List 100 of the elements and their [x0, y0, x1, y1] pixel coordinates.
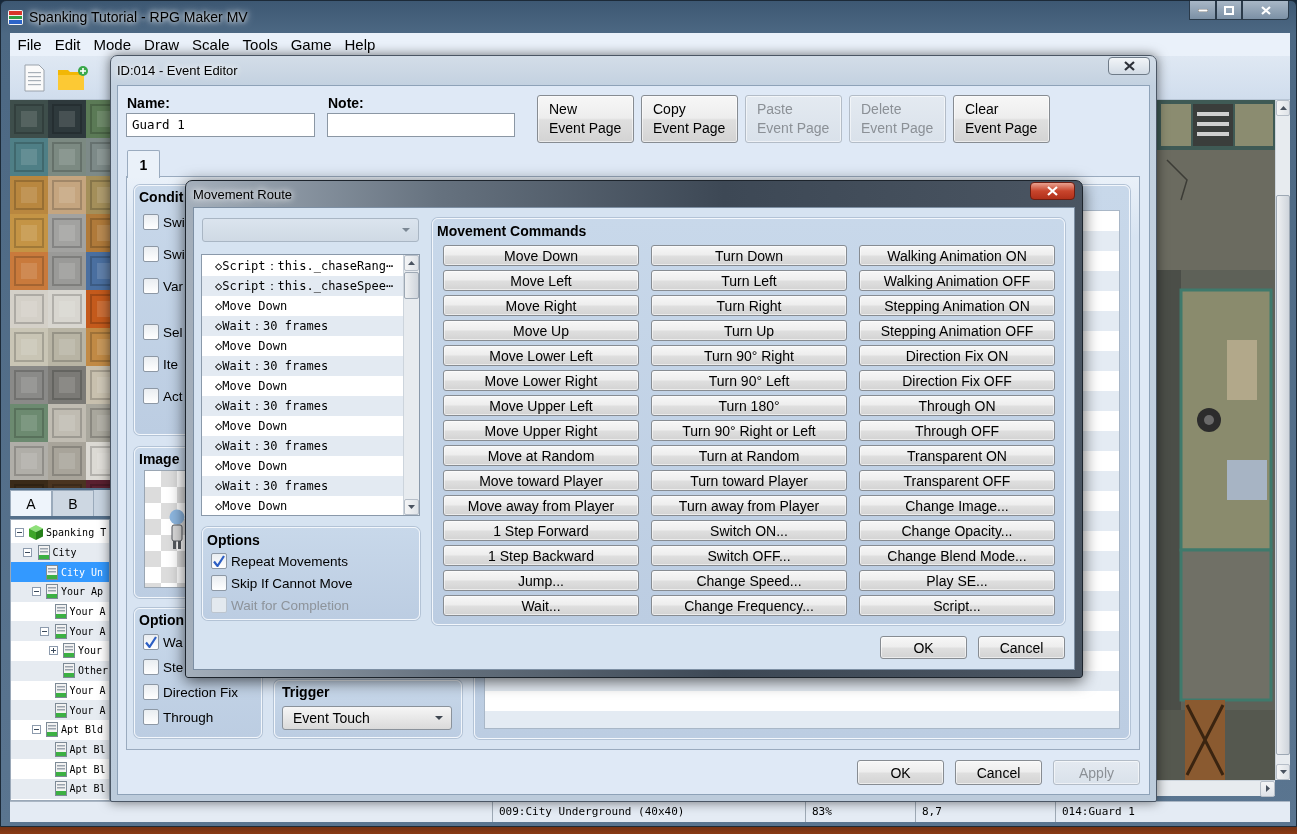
collapse-icon[interactable]: [31, 587, 41, 597]
scroll-down-button[interactable]: [1276, 764, 1290, 780]
command-button[interactable]: Move Lower Left: [443, 345, 639, 366]
menu-item[interactable]: Edit: [48, 33, 88, 56]
route-command-item[interactable]: ◇Script：this._chaseSpee⋯: [202, 276, 403, 296]
document-icon[interactable]: [24, 63, 45, 92]
command-button[interactable]: Change Frequency...: [651, 595, 847, 616]
command-button[interactable]: Change Opacity...: [859, 520, 1055, 541]
command-button[interactable]: Move Upper Right: [443, 420, 639, 441]
dialog-button[interactable]: Cancel: [978, 636, 1065, 659]
scroll-up-button[interactable]: [404, 255, 419, 271]
scrollbar[interactable]: [403, 255, 419, 515]
command-button[interactable]: Stepping Animation ON: [859, 295, 1055, 316]
command-button[interactable]: Turn Right: [651, 295, 847, 316]
page-button[interactable]: New Event Page: [537, 95, 634, 143]
command-button[interactable]: Change Speed...: [651, 570, 847, 591]
tree-item[interactable]: Apt Bl: [11, 739, 109, 760]
dialog-button[interactable]: Cancel: [955, 760, 1042, 785]
checkbox[interactable]: [143, 278, 159, 294]
command-button[interactable]: Stepping Animation OFF: [859, 320, 1055, 341]
scroll-right-button[interactable]: [1260, 780, 1275, 797]
command-button[interactable]: Move at Random: [443, 445, 639, 466]
checkbox[interactable]: [143, 324, 159, 340]
route-command-item[interactable]: ◇Wait：30 frames: [202, 356, 403, 376]
command-button[interactable]: Walking Animation ON: [859, 245, 1055, 266]
tree-item[interactable]: City: [11, 542, 109, 563]
command-button[interactable]: Turn toward Player: [651, 470, 847, 491]
checkbox[interactable]: [143, 246, 159, 262]
folder-plus-icon[interactable]: [58, 65, 88, 90]
checkbox[interactable]: [143, 634, 159, 650]
command-button[interactable]: Move Upper Left: [443, 395, 639, 416]
tileset-tab[interactable]: A: [10, 490, 52, 516]
dialog-button[interactable]: OK: [857, 760, 944, 785]
close-button[interactable]: [1108, 57, 1150, 75]
note-field[interactable]: [327, 113, 515, 137]
tree-item[interactable]: Your A: [11, 700, 109, 720]
minimize-button[interactable]: [1189, 1, 1216, 20]
command-button[interactable]: Switch OFF...: [651, 545, 847, 566]
command-button[interactable]: Through OFF: [859, 420, 1055, 441]
tileset-tab[interactable]: B: [52, 490, 94, 516]
command-button[interactable]: Script...: [859, 595, 1055, 616]
menu-item[interactable]: Tools: [236, 33, 285, 56]
command-button[interactable]: Transparent ON: [859, 445, 1055, 466]
tree-item[interactable]: Apt Bl: [11, 778, 109, 799]
command-button[interactable]: 1 Step Forward: [443, 520, 639, 541]
menu-item[interactable]: Draw: [137, 33, 186, 56]
checkbox[interactable]: [143, 214, 159, 230]
scrollbar[interactable]: [1275, 100, 1290, 780]
command-button[interactable]: Turn 90° Right: [651, 345, 847, 366]
scroll-up-button[interactable]: [1276, 100, 1290, 116]
command-button[interactable]: Turn Left: [651, 270, 847, 291]
command-button[interactable]: Direction Fix OFF: [859, 370, 1055, 391]
command-button[interactable]: Move Lower Right: [443, 370, 639, 391]
checkbox[interactable]: [143, 388, 159, 404]
command-button[interactable]: 1 Step Backward: [443, 545, 639, 566]
command-button[interactable]: Turn at Random: [651, 445, 847, 466]
close-button[interactable]: [1242, 1, 1289, 20]
target-dropdown[interactable]: [202, 218, 419, 242]
command-button[interactable]: Move Right: [443, 295, 639, 316]
checkbox[interactable]: [143, 356, 159, 372]
command-button[interactable]: Through ON: [859, 395, 1055, 416]
scroll-down-button[interactable]: [404, 499, 419, 515]
command-button[interactable]: Turn 180°: [651, 395, 847, 416]
tree-item[interactable]: Your Ap: [11, 582, 109, 602]
command-button[interactable]: Move Up: [443, 320, 639, 341]
scrollbar-thumb[interactable]: [1276, 195, 1290, 755]
command-button[interactable]: Turn away from Player: [651, 495, 847, 516]
name-field[interactable]: Guard 1: [126, 113, 315, 137]
menu-item[interactable]: Help: [338, 33, 382, 56]
command-button[interactable]: Move toward Player: [443, 470, 639, 491]
collapse-icon[interactable]: [14, 528, 24, 538]
command-button[interactable]: Play SE...: [859, 570, 1055, 591]
menu-item[interactable]: Game: [284, 33, 338, 56]
command-button[interactable]: Walking Animation OFF: [859, 270, 1055, 291]
scrollbar-thumb[interactable]: [404, 272, 419, 299]
route-command-item[interactable]: ◇Wait：30 frames: [202, 316, 403, 336]
tree-item[interactable]: Other: [11, 660, 109, 681]
menu-item[interactable]: Mode: [87, 33, 138, 56]
maximize-button[interactable]: [1216, 1, 1242, 20]
collapse-icon[interactable]: [23, 548, 32, 558]
dialog-button[interactable]: OK: [880, 636, 967, 659]
route-command-item[interactable]: ◇Wait：30 frames: [202, 396, 403, 416]
collapse-icon[interactable]: [40, 626, 49, 636]
command-button[interactable]: Turn 90° Right or Left: [651, 420, 847, 441]
page-button[interactable]: Clear Event Page: [953, 95, 1050, 143]
command-button[interactable]: Turn Down: [651, 245, 847, 266]
horizontal-scrollbar[interactable]: [1157, 780, 1275, 796]
command-button[interactable]: Change Blend Mode...: [859, 545, 1055, 566]
command-button[interactable]: Move Down: [443, 245, 639, 266]
checkbox[interactable]: [143, 659, 159, 675]
checkbox[interactable]: [211, 575, 227, 591]
checkbox[interactable]: [143, 684, 159, 700]
checkbox[interactable]: [143, 709, 159, 725]
checkbox[interactable]: [211, 553, 227, 569]
expand-icon[interactable]: [48, 646, 58, 656]
command-button[interactable]: Turn Up: [651, 320, 847, 341]
menu-item[interactable]: Scale: [185, 33, 237, 56]
collapse-icon[interactable]: [31, 725, 41, 735]
command-button[interactable]: Switch ON...: [651, 520, 847, 541]
page-tab[interactable]: 1: [127, 150, 160, 178]
